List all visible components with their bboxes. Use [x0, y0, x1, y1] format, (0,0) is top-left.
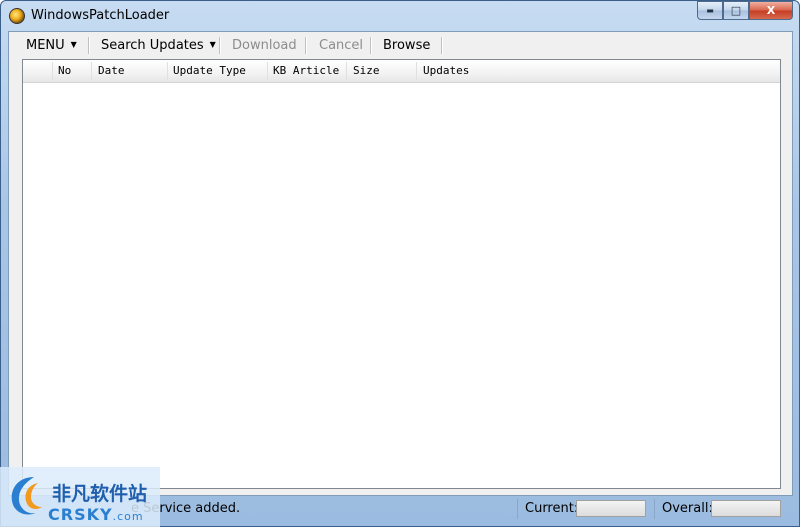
- column-header-date[interactable]: Date: [98, 64, 125, 77]
- main-window: WindowsPatchLoader ▬ □ X MENU ▼ Search Up…: [0, 0, 800, 527]
- watermark-en: CRSKY.com: [48, 505, 144, 524]
- watermark-cn: 非凡软件站: [52, 483, 148, 505]
- column-divider[interactable]: [52, 62, 53, 80]
- watermark-en-text: CRSKY: [48, 505, 113, 524]
- column-divider[interactable]: [267, 62, 268, 80]
- column-header-no[interactable]: No: [58, 64, 71, 77]
- maximize-button[interactable]: □: [723, 1, 749, 20]
- menu-separator: [305, 37, 307, 54]
- download-button[interactable]: Download: [232, 38, 297, 53]
- site-logo-icon: [11, 477, 42, 515]
- dropdown-arrow-icon: ▼: [70, 40, 77, 49]
- menu-bar: MENU ▼ Search Updates ▼ Download Cancel Br…: [9, 32, 792, 58]
- column-divider[interactable]: [346, 62, 347, 80]
- menu-separator: [219, 37, 221, 54]
- dropdown-arrow-icon: ▼: [209, 40, 216, 49]
- list-header: No Date Update Type KB Article Size Upda…: [23, 60, 780, 83]
- status-divider: [654, 499, 655, 519]
- column-header-update-type[interactable]: Update Type: [173, 64, 246, 77]
- current-label: Current:: [525, 501, 579, 516]
- column-divider[interactable]: [167, 62, 168, 80]
- site-watermark: 非凡软件站 CRSKY.com: [0, 467, 160, 527]
- browse-button[interactable]: Browse: [383, 38, 430, 53]
- column-header-updates[interactable]: Updates: [423, 64, 469, 77]
- status-divider: [517, 499, 518, 519]
- maximize-icon: □: [730, 4, 742, 17]
- updates-list[interactable]: No Date Update Type KB Article Size Upda…: [22, 59, 781, 489]
- window-controls: ▬ □ X: [697, 1, 793, 22]
- overall-label: Overall:: [662, 501, 713, 516]
- column-header-size[interactable]: Size: [353, 64, 380, 77]
- minimize-icon: ▬: [706, 6, 714, 15]
- search-updates-button[interactable]: Search Updates ▼: [101, 38, 216, 53]
- column-divider[interactable]: [416, 62, 417, 80]
- menu-button[interactable]: MENU ▼: [26, 38, 77, 53]
- close-button[interactable]: X: [749, 1, 793, 20]
- menu-label: MENU: [26, 38, 65, 53]
- title-bar[interactable]: WindowsPatchLoader ▬ □ X: [1, 1, 799, 31]
- current-progress-bar: [576, 500, 646, 517]
- menu-separator: [370, 37, 372, 54]
- search-updates-label: Search Updates: [101, 38, 204, 53]
- overall-progress-bar: [711, 500, 781, 517]
- menu-separator: [88, 37, 90, 54]
- cancel-button[interactable]: Cancel: [319, 38, 363, 53]
- menu-separator: [441, 37, 443, 54]
- watermark-com: .com: [112, 510, 144, 523]
- window-title: WindowsPatchLoader: [31, 8, 170, 23]
- client-area: MENU ▼ Search Updates ▼ Download Cancel Br…: [8, 31, 793, 496]
- column-divider[interactable]: [91, 62, 92, 80]
- close-icon: X: [766, 4, 776, 17]
- minimize-button[interactable]: ▬: [697, 1, 723, 20]
- column-header-kb-article[interactable]: KB Article: [273, 64, 339, 77]
- app-icon[interactable]: [9, 8, 25, 24]
